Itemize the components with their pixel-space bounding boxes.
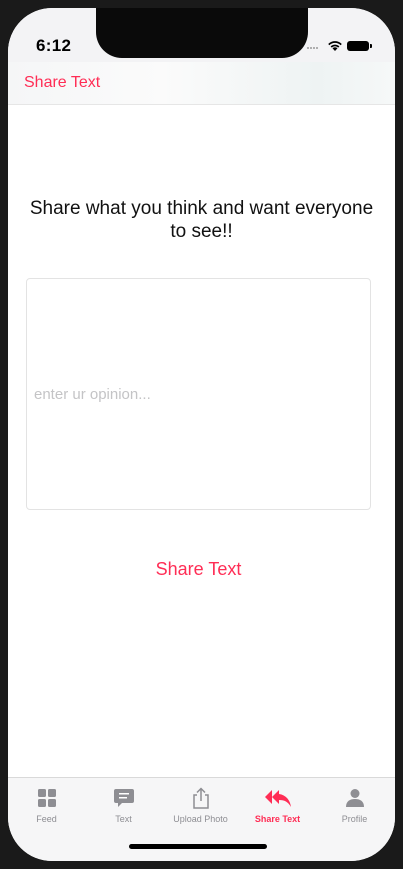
opinion-placeholder: enter ur opinion...: [34, 386, 151, 403]
tab-text-label: Text: [115, 814, 132, 824]
share-upload-icon: [192, 787, 209, 809]
reply-all-icon: [264, 790, 291, 807]
nav-title: Share Text: [24, 74, 101, 91]
tab-feed-label: Feed: [36, 814, 57, 824]
signal-icon: [307, 43, 323, 49]
navigation-bar: Share Text: [8, 62, 395, 105]
tab-profile[interactable]: Profile: [316, 778, 393, 830]
battery-icon: [347, 41, 372, 51]
tab-profile-label: Profile: [341, 814, 368, 824]
tab-upload-photo[interactable]: Upload Photo: [162, 778, 239, 830]
device-frame: 6:12 Share Text Share what you think and…: [0, 0, 403, 869]
status-indicators: [307, 40, 372, 52]
message-icon: [113, 789, 134, 807]
tab-share-text[interactable]: Share Text: [239, 778, 316, 830]
share-text-button[interactable]: Share Text: [121, 559, 276, 580]
main-content: Share what you think and want everyone t…: [8, 105, 395, 777]
opinion-text-area[interactable]: enter ur opinion...: [26, 278, 371, 510]
tab-feed[interactable]: Feed: [8, 778, 85, 830]
screen: 6:12 Share Text Share what you think and…: [8, 8, 395, 861]
grid-icon: [37, 789, 56, 807]
tab-text[interactable]: Text: [85, 778, 162, 830]
tab-share-text-label: Share Text: [254, 814, 301, 824]
notch: [96, 8, 308, 58]
tab-upload-photo-label: Upload Photo: [173, 814, 228, 824]
page-heading: Share what you think and want everyone t…: [29, 198, 374, 242]
wifi-icon: [328, 41, 342, 51]
home-indicator[interactable]: [129, 844, 267, 849]
person-icon: [345, 789, 364, 807]
tab-bar: Feed Text Upload Photo Share Text Profil…: [8, 777, 395, 861]
status-time: 6:12: [36, 36, 72, 55]
